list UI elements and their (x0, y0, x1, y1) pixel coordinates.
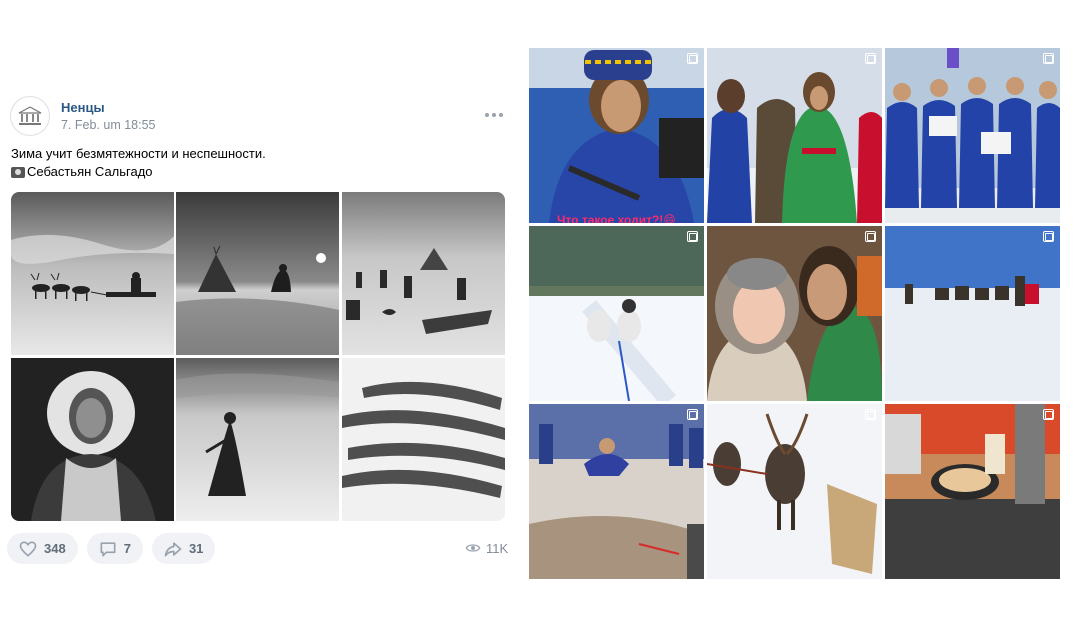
multi-photo-icon (865, 409, 876, 420)
multi-photo-icon (687, 53, 698, 64)
post-photo-grid (11, 192, 505, 521)
view-count: 11K (486, 540, 509, 556)
photo-camp-sleds[interactable] (342, 192, 505, 355)
gallery-stove-cooking[interactable] (885, 404, 1060, 579)
multi-photo-icon (865, 53, 876, 64)
multi-photo-icon (687, 409, 698, 420)
post-actions: 348 7 31 (7, 533, 216, 565)
post-text-line: Зима учит безмятежности и неспешности. (11, 146, 266, 161)
gallery-reindeer-harness[interactable] (707, 404, 882, 579)
post-credit: Себастьян Сальгадо (11, 163, 491, 181)
heart-icon (19, 540, 37, 557)
photo-walker-snow[interactable] (176, 358, 339, 521)
community-name[interactable]: Ненцы (61, 100, 105, 115)
community-avatar[interactable] (10, 96, 50, 136)
gallery-dog-sled[interactable] (529, 226, 704, 401)
gallery-competition[interactable] (529, 404, 704, 579)
camera-icon (11, 166, 25, 178)
video-caption: Что такое ходит?!😄 (557, 213, 676, 223)
photo-gallery-grid: Что такое ходит?!😄 (529, 48, 1060, 582)
multi-photo-icon (1043, 231, 1054, 242)
vk-post: Ненцы 7. Feb. um 18:55 Зима учит безмяте… (0, 0, 520, 630)
comment-button[interactable]: 7 (86, 533, 143, 564)
share-count: 31 (188, 541, 204, 556)
photo-reindeer-sled[interactable] (11, 192, 174, 355)
multi-photo-icon (1043, 53, 1054, 64)
comment-icon (100, 541, 116, 556)
gallery-group-costumes[interactable] (707, 48, 882, 223)
gallery-award-group[interactable] (885, 48, 1060, 223)
photo-child-portrait[interactable] (11, 358, 174, 521)
gallery-couple-selfie[interactable] (707, 226, 882, 401)
comment-count: 7 (123, 541, 131, 556)
share-arrow-icon (164, 541, 182, 556)
more-options-icon[interactable] (484, 108, 504, 122)
like-count: 348 (44, 541, 66, 556)
photo-chum-tent[interactable] (176, 192, 339, 355)
like-button[interactable]: 348 (7, 533, 78, 564)
multi-photo-icon (865, 231, 876, 242)
post-text: Зима учит безмятежности и неспешности. С… (11, 145, 491, 181)
multi-photo-icon (1043, 409, 1054, 420)
photographer-name: Себастьян Сальгадо (27, 164, 153, 179)
museum-logo-icon (18, 106, 42, 125)
eye-icon (465, 544, 481, 552)
share-button[interactable]: 31 (151, 533, 216, 564)
view-counter: 11K (465, 540, 508, 556)
multi-photo-icon (687, 231, 698, 242)
gallery-man-blue-parka[interactable]: Что такое ходит?!😄 (529, 48, 704, 223)
post-date[interactable]: 7. Feb. um 18:55 (61, 118, 156, 132)
gallery-reindeer-field[interactable] (885, 226, 1060, 401)
photo-reindeer-herd[interactable] (342, 358, 505, 521)
